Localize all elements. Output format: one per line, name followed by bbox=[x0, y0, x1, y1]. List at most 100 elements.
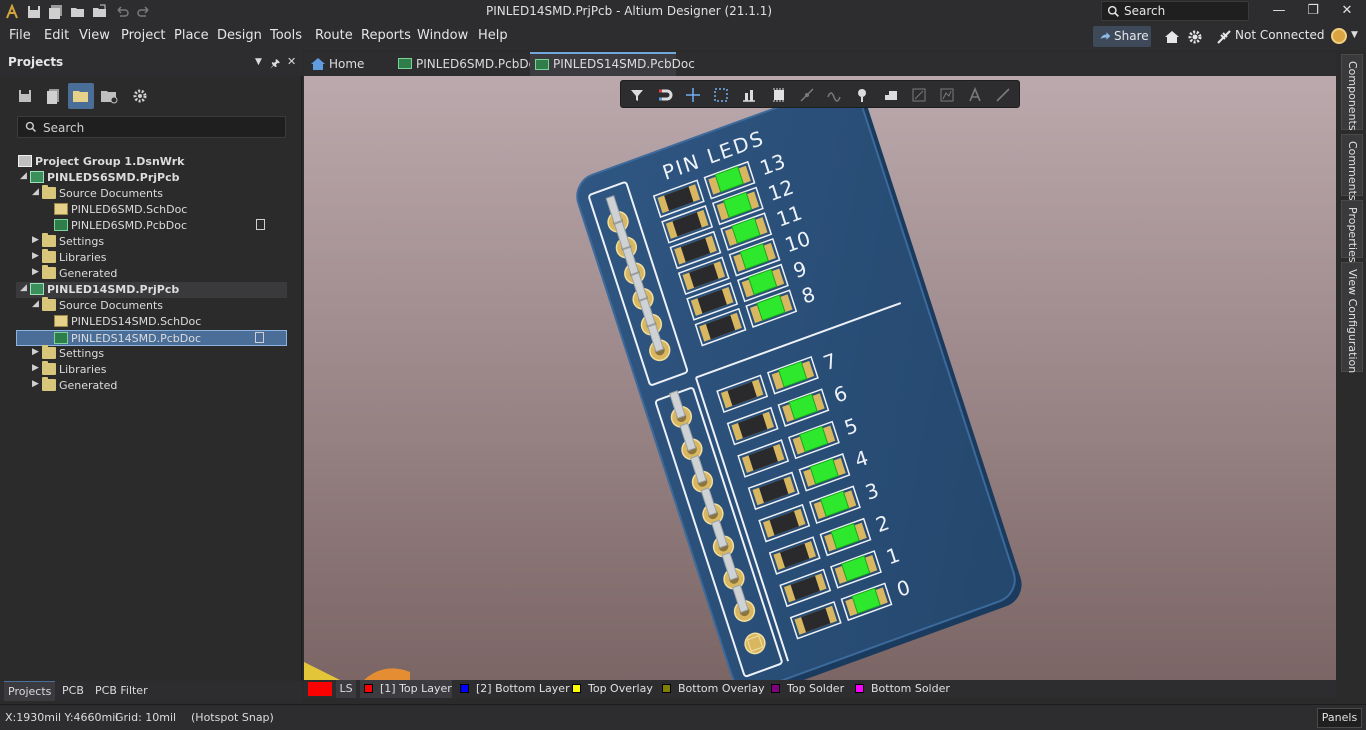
projects-search-input[interactable]: Search bbox=[17, 116, 286, 138]
differential-pair-icon[interactable] bbox=[827, 87, 843, 103]
global-search[interactable]: Search bbox=[1101, 1, 1249, 21]
expand-chevron-down-icon[interactable]: ◢ bbox=[20, 171, 27, 181]
connection-status[interactable]: Not Connected bbox=[1235, 28, 1324, 42]
menu-view[interactable]: View bbox=[79, 28, 110, 43]
tab-pinleds14smd-pcbdoc[interactable]: PINLEDS14SMD.PcbDoc bbox=[530, 52, 695, 76]
tree-item-pcbdoc-selected[interactable]: PINLEDS14SMD.PcbDoc bbox=[16, 330, 287, 346]
crosshair-move-icon[interactable] bbox=[685, 87, 701, 103]
layer-tab-bottom-overlay[interactable]: Bottom Overlay bbox=[658, 680, 765, 698]
panels-button[interactable]: Panels bbox=[1317, 708, 1362, 728]
panel-tab-label: View Configuration bbox=[1346, 269, 1359, 374]
tree-item-label: Libraries bbox=[59, 363, 107, 376]
menu-window[interactable]: Window bbox=[417, 28, 468, 43]
expand-chevron-right-icon[interactable]: ▶ bbox=[32, 267, 39, 277]
layer-label: Bottom Solder bbox=[871, 682, 950, 695]
layer-tab-top-layer[interactable]: [1] Top Layer bbox=[360, 680, 452, 698]
close-button[interactable]: ✕ bbox=[1330, 0, 1364, 22]
menu-project[interactable]: Project bbox=[121, 28, 165, 43]
tree-item-pcbdoc[interactable]: PINLED6SMD.PcbDoc bbox=[16, 218, 287, 234]
project-options-icon[interactable] bbox=[40, 83, 66, 109]
place-component-icon[interactable] bbox=[771, 87, 787, 103]
tree-item-schdoc[interactable]: PINLEDS14SMD.SchDoc bbox=[16, 314, 287, 330]
gear-icon[interactable] bbox=[1187, 29, 1203, 45]
expand-chevron-down-icon[interactable]: ◢ bbox=[32, 299, 39, 309]
pcb-doc-icon bbox=[398, 58, 412, 69]
tree-item-project-group[interactable]: Project Group 1.DsnWrk bbox=[16, 154, 287, 170]
menu-tools[interactable]: Tools bbox=[270, 28, 302, 43]
menu-edit[interactable]: Edit bbox=[44, 28, 69, 43]
save-project-icon[interactable] bbox=[12, 83, 38, 109]
share-button[interactable]: Share bbox=[1093, 26, 1151, 47]
panel-tab-comments[interactable]: Comments bbox=[1341, 134, 1363, 201]
tree-item-schdoc[interactable]: PINLED6SMD.SchDoc bbox=[16, 202, 287, 218]
expand-chevron-right-icon[interactable]: ▶ bbox=[32, 347, 39, 357]
tab-pcb-filter[interactable]: PCB Filter bbox=[91, 681, 152, 701]
projects-panel-tabs: Projects PCB PCB Filter bbox=[0, 681, 302, 701]
tree-item-libraries[interactable]: ▶ Libraries bbox=[16, 249, 287, 266]
select-area-icon[interactable] bbox=[713, 87, 729, 103]
place-via-icon[interactable] bbox=[855, 87, 871, 103]
interactive-routing-magnet-icon[interactable] bbox=[657, 87, 673, 103]
tab-home-page[interactable]: Home Page bbox=[308, 52, 394, 95]
document-tabs: Home Page PINLED6SMD.PcbDoc PINLEDS14SMD… bbox=[304, 52, 1336, 95]
place-polygon-icon[interactable] bbox=[883, 87, 899, 103]
layer-tab-bottom-layer[interactable]: [2] Bottom Layer bbox=[456, 680, 570, 698]
tree-item-settings[interactable]: ▶ Settings bbox=[16, 345, 287, 362]
layer-color-swatch bbox=[364, 684, 373, 693]
projects-panel: Projects ▼ 🖈 ✕ Search Project Group 1.Ds… bbox=[0, 50, 302, 681]
menu-file[interactable]: File bbox=[9, 28, 31, 43]
layer-tab-bottom-solder[interactable]: Bottom Solder bbox=[851, 680, 950, 698]
tree-item-source-documents[interactable]: ◢ Source Documents bbox=[16, 297, 287, 314]
expand-chevron-right-icon[interactable]: ▶ bbox=[32, 379, 39, 389]
expand-chevron-down-icon[interactable]: ◢ bbox=[20, 283, 27, 293]
pcb-3d-canvas[interactable]: PIN LEDS 13 12 11 10 9 8 7 6 5 4 3 2 1 0 bbox=[304, 76, 1336, 680]
panel-tab-components[interactable]: Components bbox=[1341, 54, 1363, 131]
minimize-button[interactable]: — bbox=[1262, 0, 1296, 22]
pin-icon[interactable]: 🖈 bbox=[270, 55, 280, 74]
tab-pinled6smd-pcbdoc[interactable]: PINLED6SMD.PcbDoc bbox=[396, 52, 543, 76]
project-group-icon bbox=[18, 155, 32, 167]
layer-tab-top-overlay[interactable]: Top Overlay bbox=[568, 680, 653, 698]
tab-projects[interactable]: Projects bbox=[4, 681, 56, 701]
panel-tab-properties[interactable]: Properties bbox=[1341, 200, 1363, 263]
tree-item-project-pinleds6smd[interactable]: ◢ PINLEDS6SMD.PrjPcb bbox=[16, 170, 287, 186]
expand-chevron-right-icon[interactable]: ▶ bbox=[32, 251, 39, 261]
tab-pcb[interactable]: PCB bbox=[58, 681, 88, 701]
tree-item-settings[interactable]: ▶ Settings bbox=[16, 233, 287, 250]
panel-menu-chevron-down-icon[interactable]: ▼ bbox=[255, 57, 262, 67]
route-track-icon[interactable] bbox=[799, 87, 815, 103]
place-text-icon[interactable] bbox=[967, 87, 983, 103]
tree-item-source-documents[interactable]: ◢ Source Documents bbox=[16, 185, 287, 202]
show-files-button[interactable] bbox=[68, 83, 94, 109]
menu-route[interactable]: Route bbox=[315, 28, 353, 43]
panel-gear-icon[interactable] bbox=[127, 83, 153, 109]
layer-set-color-swatch[interactable] bbox=[308, 682, 332, 696]
menu-place[interactable]: Place bbox=[174, 28, 209, 43]
restore-button[interactable]: ❐ bbox=[1296, 0, 1330, 22]
tree-item-generated[interactable]: ▶ Generated bbox=[16, 265, 287, 282]
align-icon[interactable] bbox=[741, 87, 757, 103]
place-line-icon[interactable] bbox=[995, 87, 1011, 103]
expand-chevron-right-icon[interactable]: ▶ bbox=[32, 363, 39, 373]
tree-item-project-pinled14smd[interactable]: ◢ PINLED14SMD.PrjPcb bbox=[16, 282, 287, 298]
folder-settings-icon[interactable] bbox=[96, 83, 122, 109]
panel-tab-view-configuration[interactable]: View Configuration bbox=[1341, 262, 1363, 374]
pcb-doc-icon bbox=[54, 219, 68, 231]
menu-reports[interactable]: Reports bbox=[361, 28, 411, 43]
avatar-chevron-down-icon[interactable]: ▼ bbox=[1351, 30, 1358, 40]
expand-chevron-right-icon[interactable]: ▶ bbox=[32, 235, 39, 245]
tree-item-generated[interactable]: ▶ Generated bbox=[16, 377, 287, 394]
folder-icon bbox=[42, 185, 56, 199]
home-icon[interactable] bbox=[1164, 29, 1180, 45]
place-dimension-icon[interactable] bbox=[911, 87, 927, 103]
chart-icon[interactable] bbox=[939, 87, 955, 103]
user-avatar[interactable] bbox=[1331, 28, 1347, 44]
panel-close-icon[interactable]: ✕ bbox=[287, 55, 296, 68]
layer-set-button[interactable]: LS bbox=[336, 680, 356, 698]
menu-design[interactable]: Design bbox=[217, 28, 262, 43]
menu-help[interactable]: Help bbox=[478, 28, 508, 43]
filter-icon[interactable] bbox=[629, 87, 645, 103]
layer-tab-top-solder[interactable]: Top Solder bbox=[767, 680, 844, 698]
tree-item-libraries[interactable]: ▶ Libraries bbox=[16, 361, 287, 378]
expand-chevron-down-icon[interactable]: ◢ bbox=[32, 187, 39, 197]
